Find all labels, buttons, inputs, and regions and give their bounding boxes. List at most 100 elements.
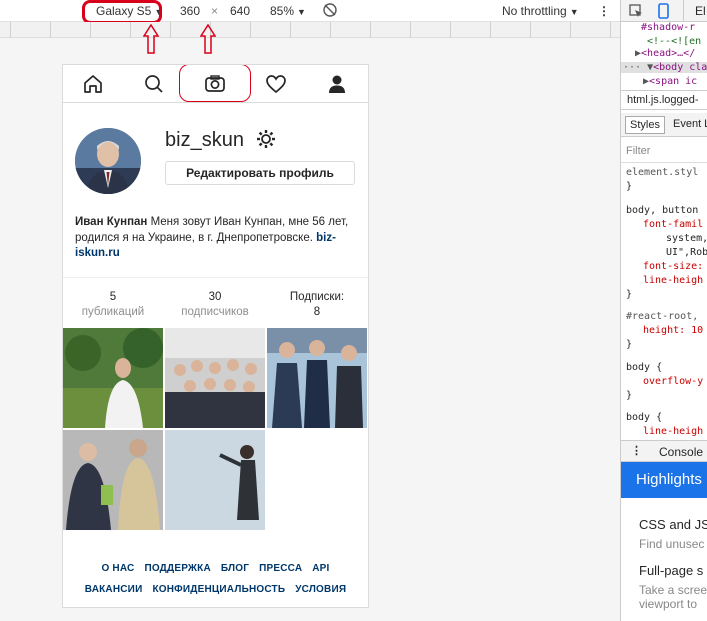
- tab-elements[interactable]: El: [695, 4, 706, 18]
- post-thumbnail[interactable]: [165, 430, 265, 530]
- highlight-desc: Find unusec: [639, 537, 705, 551]
- avatar[interactable]: [75, 128, 141, 194]
- css-line: body, button: [626, 205, 699, 216]
- heart-icon[interactable]: [262, 71, 290, 97]
- profile-icon[interactable]: [323, 71, 351, 97]
- search-icon[interactable]: [140, 71, 168, 97]
- post-thumbnail[interactable]: [267, 328, 367, 428]
- footer-link-press[interactable]: ПРЕССА: [259, 563, 302, 574]
- drawer-tabbar: ⋮ Console: [621, 440, 707, 462]
- footer-link-blog[interactable]: БЛОГ: [221, 563, 249, 574]
- footer-link-jobs[interactable]: ВАКАНСИИ: [85, 584, 143, 595]
- css-line[interactable]: overflow-y: [643, 376, 703, 387]
- ruler-tick: [330, 22, 331, 38]
- post-thumbnail[interactable]: [63, 430, 163, 530]
- css-line[interactable]: font-size:: [643, 261, 703, 272]
- whats-new-header: Highlights: [621, 462, 707, 498]
- css-line: #react-root,: [626, 311, 699, 322]
- dom-line[interactable]: <!--<![en: [647, 36, 701, 47]
- device-highlight-box: [82, 0, 162, 24]
- more-options-icon[interactable]: ⋮: [598, 4, 610, 18]
- stat-posts[interactable]: 5 публикаций: [63, 290, 163, 320]
- styles-tabbar: Styles Event L: [621, 113, 707, 137]
- dom-line[interactable]: #shadow-r: [641, 22, 695, 33]
- edit-profile-button[interactable]: Редактировать профиль: [165, 161, 355, 185]
- tab-event-listeners[interactable]: Event L: [673, 118, 707, 130]
- ruler-tick: [90, 22, 91, 38]
- height-input[interactable]: 640: [230, 4, 250, 18]
- mobile-viewport: biz_skun Редактировать профиль Иван Кунп…: [62, 64, 369, 608]
- footer-links: О НАС ПОДДЕРЖКА БЛОГ ПРЕССА API ВАКАНСИИ КОНФ…: [63, 563, 368, 605]
- filter-input[interactable]: Filter: [626, 145, 650, 157]
- ruler-tick: [410, 22, 411, 38]
- gear-icon[interactable]: [256, 129, 276, 149]
- divider: [621, 162, 707, 163]
- inspect-icon[interactable]: [629, 4, 643, 18]
- camera-highlight-box: [179, 65, 251, 102]
- dimension-separator: ×: [211, 4, 219, 18]
- ruler-tick: [50, 22, 51, 38]
- bio-name: Иван Кунпан: [75, 216, 148, 228]
- zoom-select[interactable]: 85% ▼: [270, 4, 306, 18]
- ruler-tick: [570, 22, 571, 38]
- throttling-select[interactable]: No throttling ▼: [502, 4, 579, 18]
- stat-followers[interactable]: 30 подписчиков: [165, 290, 265, 320]
- ruler-tick: [450, 22, 451, 38]
- footer-link-terms[interactable]: УСЛОВИЯ: [295, 584, 346, 595]
- dom-line[interactable]: ▶<head>…</: [635, 48, 695, 59]
- drawer-menu-icon[interactable]: ⋮: [631, 444, 642, 457]
- css-line: element.styl: [626, 167, 699, 178]
- dom-line-text: <body cla: [653, 62, 707, 73]
- css-line[interactable]: line-heigh: [643, 275, 703, 286]
- css-line: UI",Rob: [666, 247, 707, 258]
- home-icon[interactable]: [79, 71, 107, 97]
- stat-number: 30: [208, 291, 222, 303]
- dom-line[interactable]: ▶<span ic: [643, 76, 697, 87]
- ruler-tick: [130, 22, 131, 38]
- stat-number: Подписки:: [289, 291, 345, 303]
- ruler-tick: [610, 22, 611, 38]
- footer-link-about[interactable]: О НАС: [101, 563, 134, 574]
- ruler-tick: [490, 22, 491, 38]
- device-toggle-icon[interactable]: [657, 3, 671, 19]
- dom-line-text: <head>…</: [641, 48, 696, 59]
- ruler-tick: [370, 22, 371, 38]
- rotate-icon[interactable]: [322, 2, 338, 21]
- ruler: [0, 22, 620, 38]
- css-line: }: [626, 339, 633, 350]
- zoom-value: 85%: [270, 4, 295, 18]
- css-line: }: [626, 390, 633, 401]
- divider: [683, 0, 684, 22]
- ruler-tick: [290, 22, 291, 38]
- dom-line-selected[interactable]: ··· ▼<body cla: [621, 62, 707, 73]
- arrow-up-icon: [143, 24, 159, 54]
- ruler-tick: [170, 22, 171, 38]
- stat-label: подписчиков: [181, 306, 249, 318]
- css-line[interactable]: line-heigh: [643, 426, 703, 437]
- caret-down-icon: ▼: [569, 7, 579, 17]
- footer-link-support[interactable]: ПОДДЕРЖКА: [144, 563, 210, 574]
- devtools-panel: El #shadow-r <!--<![en ▶<head>…</ ··· ▼<…: [620, 0, 707, 621]
- css-line: body {: [626, 412, 663, 423]
- footer-link-privacy[interactable]: КОНФИДЕНЦИАЛЬНОСТЬ: [152, 584, 285, 595]
- stat-number: 5: [109, 291, 117, 303]
- css-line: }: [626, 181, 633, 192]
- breadcrumb[interactable]: html.js.logged-: [621, 90, 707, 110]
- highlight-desc: Take a scree: [639, 583, 707, 597]
- profile-stats: 5 публикаций 30 подписчиков Подписки: 8: [63, 277, 368, 327]
- arrow-up-icon: [200, 24, 216, 54]
- stat-following[interactable]: Подписки: 8: [267, 290, 367, 320]
- footer-link-api[interactable]: API: [312, 563, 329, 574]
- highlight-title[interactable]: CSS and JS: [639, 517, 707, 532]
- post-thumbnail[interactable]: [165, 328, 265, 428]
- css-line[interactable]: font-famil: [643, 219, 703, 230]
- tab-console[interactable]: Console: [659, 445, 703, 459]
- highlight-desc: viewport to: [639, 597, 698, 611]
- css-line: system,: [666, 233, 707, 244]
- post-thumbnail[interactable]: [63, 328, 163, 428]
- width-input[interactable]: 360: [180, 4, 200, 18]
- highlight-title[interactable]: Full-page s: [639, 563, 703, 578]
- tab-styles[interactable]: Styles: [625, 116, 665, 134]
- css-line[interactable]: height: 10: [643, 325, 703, 336]
- username-text: biz_skun: [165, 129, 244, 151]
